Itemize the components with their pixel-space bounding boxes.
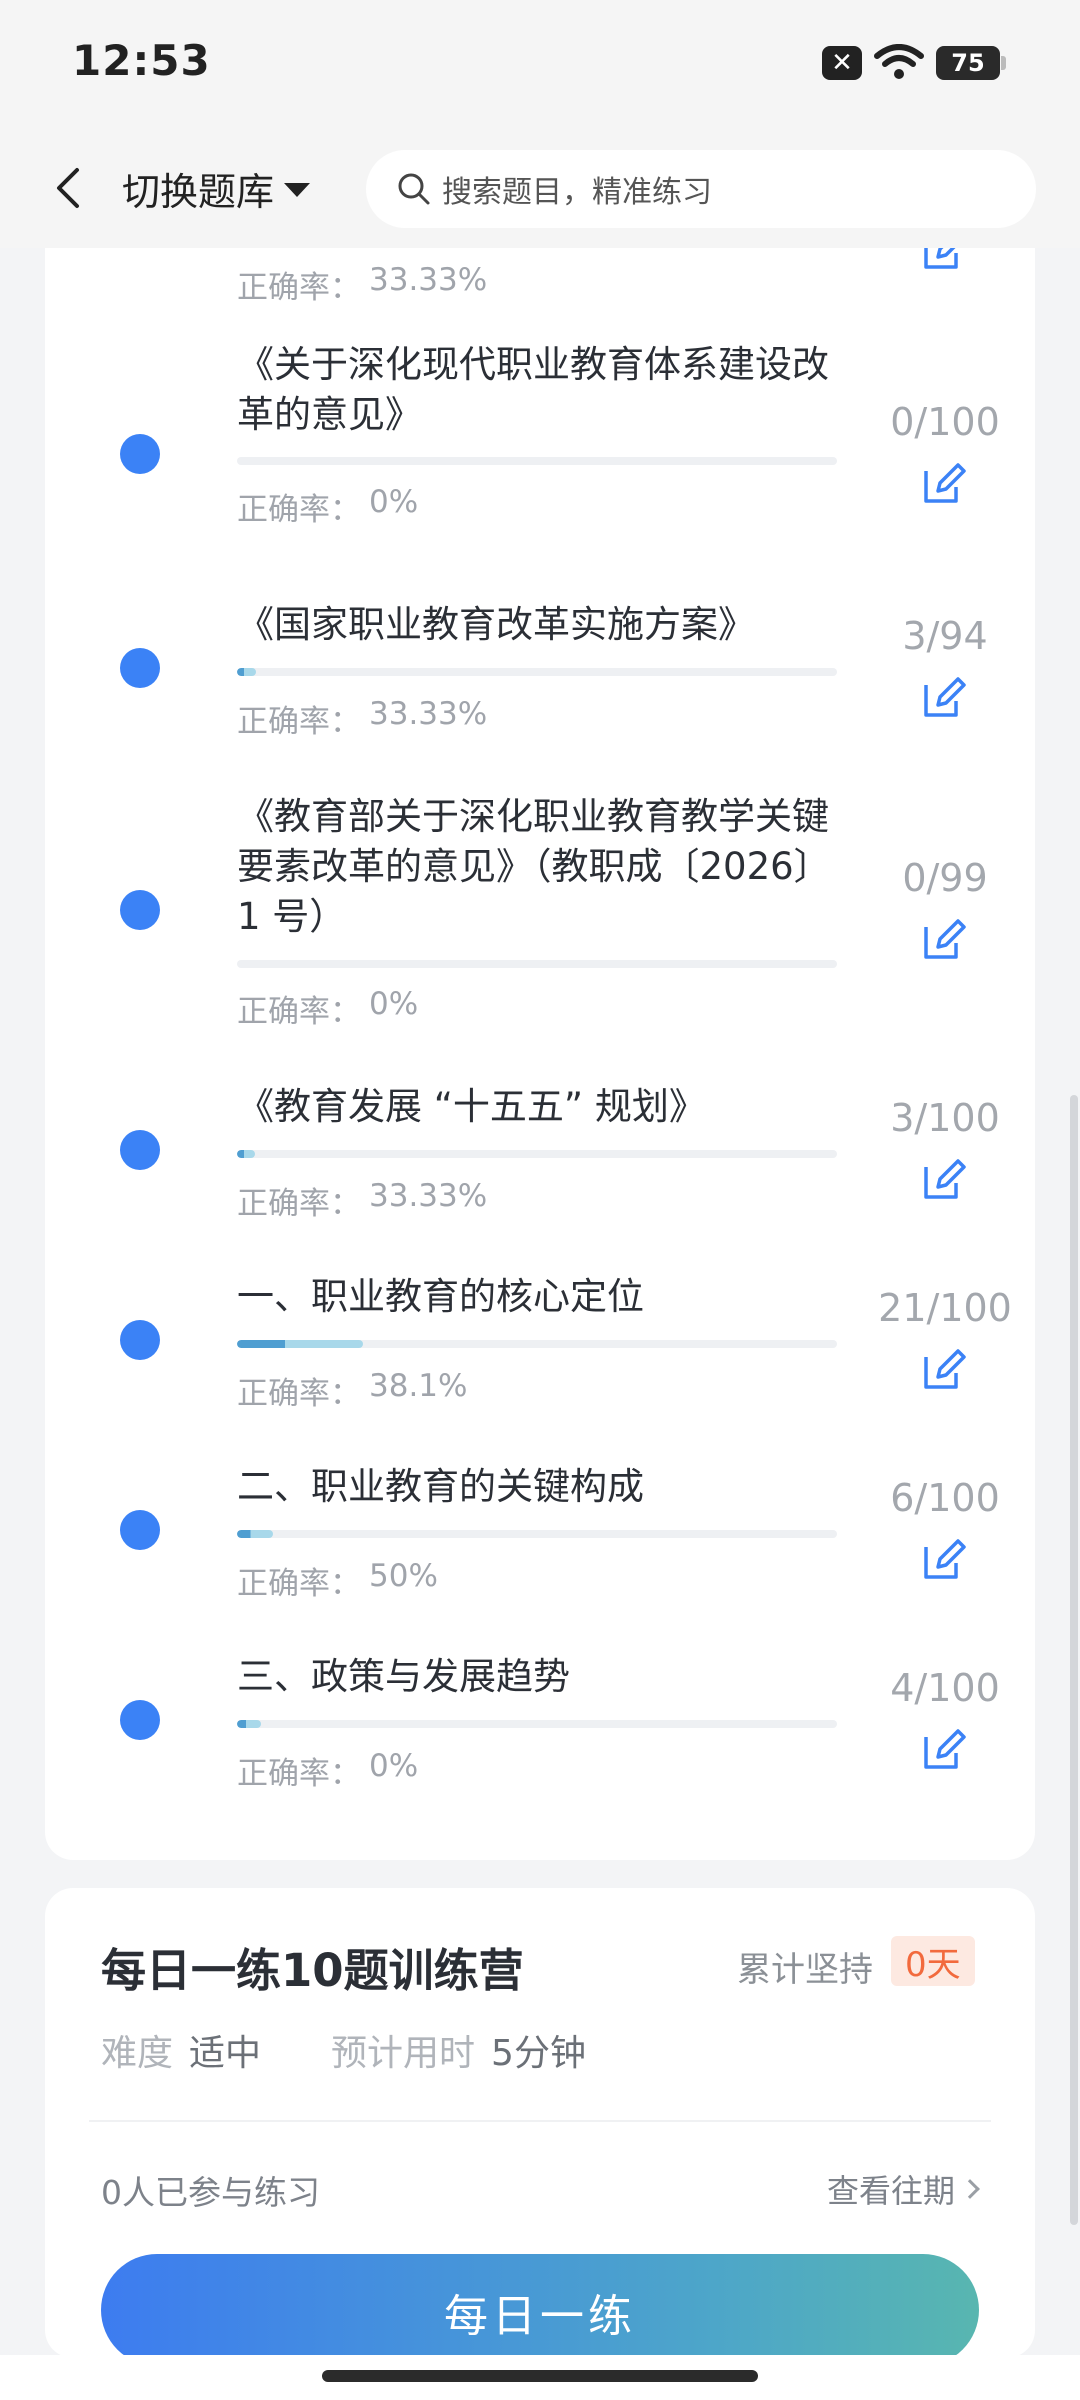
progress-count: 0/99 [902,856,988,900]
home-indicator[interactable] [322,2370,758,2382]
edit-icon[interactable] [915,1150,973,1208]
caret-down-icon [284,183,311,197]
accuracy-value: 0% [369,986,419,1022]
accuracy-label: 正确率： [237,1566,361,1602]
progress-count: 3/100 [890,1096,1000,1140]
accuracy-text: 正确率： 38.1% [237,1368,467,1413]
accuracy-label: 正确率： [237,704,361,740]
progress-fill [237,1150,255,1158]
accuracy-label: 正确率： [237,1756,361,1792]
progress-bar [237,668,837,676]
difficulty-label: 难度 [101,2033,174,2074]
edit-icon[interactable] [915,1340,973,1398]
accuracy-value: 33.33% [369,696,488,732]
scrollbar[interactable] [1070,1095,1078,2225]
status-icons: ✕ 75 [822,44,1006,82]
item-title: 一、职业教育的核心定位 [237,1275,644,1318]
streak-badge: 0天 [891,1936,975,1986]
divider [89,2120,991,2122]
top-nav: 切换题库 搜索题目，精准练习 [0,130,1080,248]
item-title: 《国家职业教育改革实施方案》 [237,603,755,646]
item-title: 二、职业教育的关键构成 [237,1465,644,1508]
accuracy-text: 正确率： 0% [237,484,418,529]
progress-bar [237,1720,837,1728]
status-dot [120,1320,160,1360]
accuracy-value: 38.1% [369,1368,468,1404]
accuracy-label: 正确率： [237,1186,361,1222]
item-title: 三、政策与发展趋势 [237,1655,570,1698]
meta-row: 难度 适中 预计用时 5分钟 [101,2024,586,2076]
accuracy-value: 50% [369,1558,438,1594]
progress-fill [237,1720,261,1728]
accuracy-label: 正确率： [237,994,361,1030]
no-sim-icon: ✕ [822,46,862,80]
accuracy-label: 正确率： [237,492,361,528]
accuracy-text: 正确率： 33.33% [237,1178,487,1223]
back-button[interactable] [40,160,96,216]
accuracy-label: 正确率： [237,270,361,306]
view-history-link[interactable]: 查看往期 [826,2166,980,2212]
wifi-icon [874,44,924,79]
item-title: 《教育部关于深化职业教育教学关键要素改革的意见》（教职成〔2026〕1 号） [237,795,831,938]
search-icon [398,173,430,205]
daily-practice-card: 每日一练10题训练营 累计坚持 0天 难度 适中 预计用时 5分钟 0人已参与练… [45,1888,1035,2358]
item-title: 《教育发展 “十五五” 规划》 [237,1085,706,1128]
edit-icon[interactable] [915,1530,973,1588]
accuracy-text: 正确率： 0% [237,1748,418,1793]
progress-fill [237,1340,363,1348]
edit-icon[interactable] [915,910,973,968]
status-dot [120,1700,160,1740]
accuracy-value: 33.33% [369,262,488,298]
accuracy-value: 0% [369,484,419,520]
back-arrow-icon [57,168,79,208]
switch-bank-button[interactable]: 切换题库 [122,158,311,218]
accuracy-text: 正确率： 33.33% [237,696,487,741]
progress-count: 3/94 [902,614,988,658]
progress-bar [237,1340,837,1348]
item-title: 《关于深化现代职业教育体系建设改革的意见》 [237,343,829,436]
time-value: 5分钟 [491,2033,586,2074]
search-input[interactable]: 搜索题目，精准练习 [366,150,1036,228]
daily-practice-button[interactable]: 每日一练 [101,2254,979,2358]
status-dot [120,890,160,930]
accuracy-label: 正确率： [237,1376,361,1412]
status-dot [120,648,160,688]
accuracy-text: 正确率： 33.33% [237,262,487,307]
difficulty-value: 适中 [189,2033,262,2074]
edit-icon[interactable] [915,668,973,726]
accuracy-value: 0% [369,1748,419,1784]
battery-icon: 75 [936,46,1006,80]
status-dot [120,1510,160,1550]
chevron-right-icon [960,2179,980,2199]
view-history-label: 查看往期 [826,2172,955,2210]
status-time: 12:53 [72,36,211,85]
edit-icon[interactable] [915,454,973,512]
progress-count: 0/100 [890,400,1000,444]
accuracy-value: 33.33% [369,1178,488,1214]
daily-title: 每日一练10题训练营 [101,1944,524,1997]
progress-count: 21/100 [878,1286,1012,1330]
edit-icon[interactable] [915,1720,973,1778]
progress-bar [237,960,837,968]
status-bar: 12:53 ✕ 75 [0,0,1080,130]
progress-fill [237,1530,273,1538]
time-label: 预计用时 [331,2033,476,2074]
accuracy-text: 正确率： 50% [237,1558,438,1603]
progress-bar [237,457,837,465]
status-dot [120,434,160,474]
participants-count: 0人已参与练习 [101,2173,320,2212]
switch-bank-label: 切换题库 [122,169,275,214]
search-placeholder: 搜索题目，精准练习 [442,175,712,210]
progress-bar [237,1530,837,1538]
progress-count: 4/100 [890,1666,1000,1710]
status-dot [120,1130,160,1170]
accuracy-text: 正确率： 0% [237,986,418,1031]
progress-bar [237,1150,837,1158]
streak-label: 累计坚持 [737,1950,873,1990]
question-bank-list: 正确率： 33.33% 《关于深化现代职业教育体系建设改革的意见》 正确率： 0% … [45,200,1035,1860]
progress-count: 6/100 [890,1476,1000,1520]
progress-fill [237,668,257,676]
